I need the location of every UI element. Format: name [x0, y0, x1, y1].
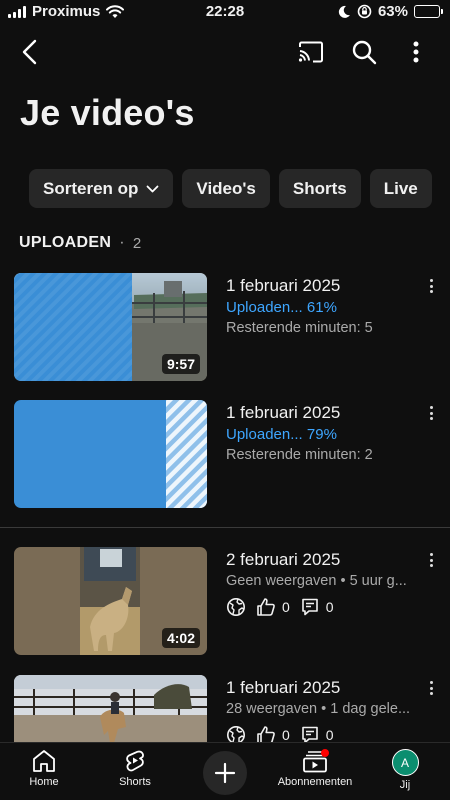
- shorts-icon: [126, 750, 144, 772]
- video-views-time: 28 weergaven • 1 dag gele...: [226, 701, 411, 717]
- upload-progress-thumbnail: [14, 400, 207, 508]
- upload-meta: 1 februari 2025 Uploaden... 61% Resteren…: [226, 275, 416, 339]
- nav-home[interactable]: Home: [0, 749, 89, 788]
- chevron-down-icon: [147, 185, 159, 192]
- sort-chip-label: Sorteren op: [43, 178, 139, 198]
- chip-shorts[interactable]: Shorts: [278, 169, 361, 208]
- chip-live[interactable]: Live: [369, 169, 432, 208]
- video-thumbnail[interactable]: 9:57: [14, 273, 207, 381]
- avatar: A: [391, 749, 419, 776]
- video-duration: 9:57: [161, 354, 200, 374]
- plus-icon: [214, 762, 236, 784]
- status-bar: Proximus 22:28 63%: [0, 0, 450, 26]
- comments-count: 0: [325, 727, 334, 743]
- video-meta: 2 februari 2025 Geen weergaven • 5 uur g…: [226, 549, 416, 617]
- remaining-time: Resterende minuten: 2: [226, 447, 373, 463]
- cast-icon: [298, 41, 323, 63]
- video-duration: 4:02: [161, 628, 200, 648]
- nav-you-label: Jij: [399, 779, 411, 791]
- home-icon: [33, 750, 55, 772]
- video-thumbnail[interactable]: [14, 400, 207, 508]
- search-button[interactable]: [347, 35, 381, 69]
- search-icon: [352, 40, 377, 65]
- battery-percentage: 63%: [377, 3, 408, 20]
- likes-count: 0: [282, 599, 290, 615]
- nav-home-label: Home: [29, 776, 59, 788]
- video-title: 1 februari 2025: [226, 276, 341, 295]
- video-thumbnail[interactable]: 4:02: [14, 547, 207, 655]
- section-label: UPLOADEN: [19, 234, 112, 251]
- video-title: 1 februari 2025: [226, 678, 341, 697]
- battery-icon: [414, 5, 443, 18]
- sort-chip[interactable]: Sorteren op: [29, 169, 174, 208]
- section-separator: ·: [119, 234, 125, 251]
- globe-icon: [227, 598, 245, 616]
- section-divider: [0, 527, 450, 528]
- chip-videos[interactable]: Video's: [182, 169, 270, 208]
- chip-shorts-label: Shorts: [292, 178, 347, 198]
- video-stats: 0 0: [226, 597, 416, 617]
- nav-you[interactable]: A Jij: [360, 749, 450, 791]
- back-button[interactable]: [14, 36, 46, 68]
- video-title: 2 februari 2025: [226, 550, 341, 569]
- comments-count: 0: [325, 599, 334, 615]
- upload-item[interactable]: 9:57 1 februari 2025 Uploaden... 61% Res…: [14, 273, 450, 383]
- remaining-time: Resterende minuten: 5: [226, 320, 373, 336]
- cast-button[interactable]: [293, 36, 329, 68]
- nav-subscriptions-label: Abonnementen: [277, 776, 353, 788]
- moon-icon: [338, 5, 350, 18]
- item-menu-button[interactable]: [424, 404, 438, 422]
- nav-subscriptions[interactable]: Abonnementen: [270, 749, 360, 788]
- video-meta: 1 februari 2025 28 weergaven • 1 dag gel…: [226, 677, 416, 745]
- page-title: Je video's: [20, 92, 195, 133]
- more-vertical-icon: [413, 41, 419, 63]
- nav-shorts-label: Shorts: [119, 776, 151, 788]
- video-item[interactable]: 4:02 2 februari 2025 Geen weergaven • 5 …: [14, 547, 450, 657]
- video-views-time: Geen weergaven • 5 uur g...: [226, 573, 407, 589]
- section-count: 2: [132, 234, 142, 252]
- top-bar: [0, 30, 450, 74]
- chip-videos-label: Video's: [196, 178, 256, 198]
- item-menu-button[interactable]: [424, 679, 438, 697]
- comment-icon: [301, 598, 318, 616]
- likes-count: 0: [282, 727, 290, 743]
- back-arrow-icon: [22, 39, 37, 65]
- item-menu-button[interactable]: [424, 277, 438, 295]
- nav-shorts[interactable]: Shorts: [90, 749, 180, 788]
- bottom-navigation: Home Shorts Abonnementen A Jij: [0, 742, 450, 800]
- chip-live-label: Live: [383, 178, 418, 198]
- upload-item[interactable]: 1 februari 2025 Uploaden... 79% Resteren…: [14, 400, 450, 510]
- item-menu-button[interactable]: [424, 551, 438, 569]
- comments: 0: [300, 597, 334, 617]
- upload-meta: 1 februari 2025 Uploaden... 79% Resteren…: [226, 402, 416, 466]
- status-bar-right: 63%: [337, 3, 443, 20]
- video-title: 1 februari 2025: [226, 403, 341, 422]
- uploading-section-header: UPLOADEN · 2: [19, 234, 141, 252]
- thumbs-up-icon: [257, 598, 275, 616]
- upload-status: Uploaden... 61%: [226, 299, 337, 316]
- create-button[interactable]: [203, 751, 247, 795]
- likes: 0: [256, 597, 290, 617]
- upload-status: Uploaden... 79%: [226, 426, 337, 443]
- filter-chips: Sorteren op Video's Shorts Live: [29, 169, 432, 208]
- more-options-button[interactable]: [404, 36, 428, 68]
- orientation-lock-icon: [357, 4, 372, 19]
- subscriptions-icon: [303, 749, 329, 773]
